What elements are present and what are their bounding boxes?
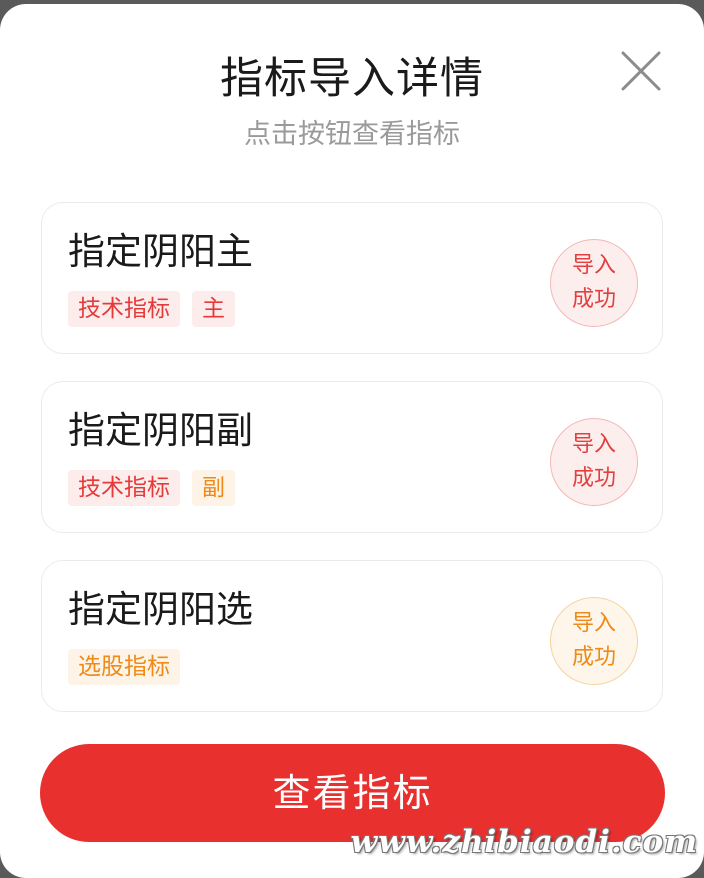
dialog-subtitle: 点击按钮查看指标	[244, 119, 460, 150]
status-badge: 导入 成功	[550, 418, 638, 506]
status-badge-line: 导入	[571, 253, 616, 278]
site-watermark: www.zhibiaodi.com	[350, 824, 698, 860]
status-badge-line: 导入	[571, 611, 616, 636]
indicator-card[interactable]: 指定阴阳副 技术指标 副 导入 成功	[41, 381, 663, 533]
status-badge: 导入 成功	[550, 597, 638, 685]
indicator-name: 指定阴阳主	[68, 230, 253, 273]
indicator-name: 指定阴阳选	[68, 588, 253, 631]
tag-type: 技术指标	[68, 470, 180, 506]
tag-category: 副	[192, 470, 235, 506]
status-badge-line: 成功	[571, 645, 616, 670]
status-badge: 导入 成功	[550, 239, 638, 327]
tag-category: 主	[192, 291, 235, 327]
tag-list: 技术指标 主	[68, 291, 235, 327]
tag-list: 技术指标 副	[68, 470, 235, 506]
tag-list: 选股指标	[68, 649, 180, 685]
indicator-card[interactable]: 指定阴阳选 选股指标 导入 成功	[41, 560, 663, 712]
indicator-card[interactable]: 指定阴阳主 技术指标 主 导入 成功	[41, 202, 663, 354]
tag-type: 技术指标	[68, 291, 180, 327]
status-badge-line: 成功	[571, 466, 616, 491]
import-details-dialog: 指标导入详情 点击按钮查看指标 指定阴阳主 技术指标 主 导入 成功 指定阴阳副…	[0, 4, 704, 878]
status-badge-line: 成功	[571, 287, 616, 312]
indicator-name: 指定阴阳副	[68, 409, 253, 452]
dialog-title: 指标导入详情	[220, 54, 484, 104]
tag-type: 选股指标	[68, 649, 180, 685]
status-badge-line: 导入	[571, 432, 616, 457]
